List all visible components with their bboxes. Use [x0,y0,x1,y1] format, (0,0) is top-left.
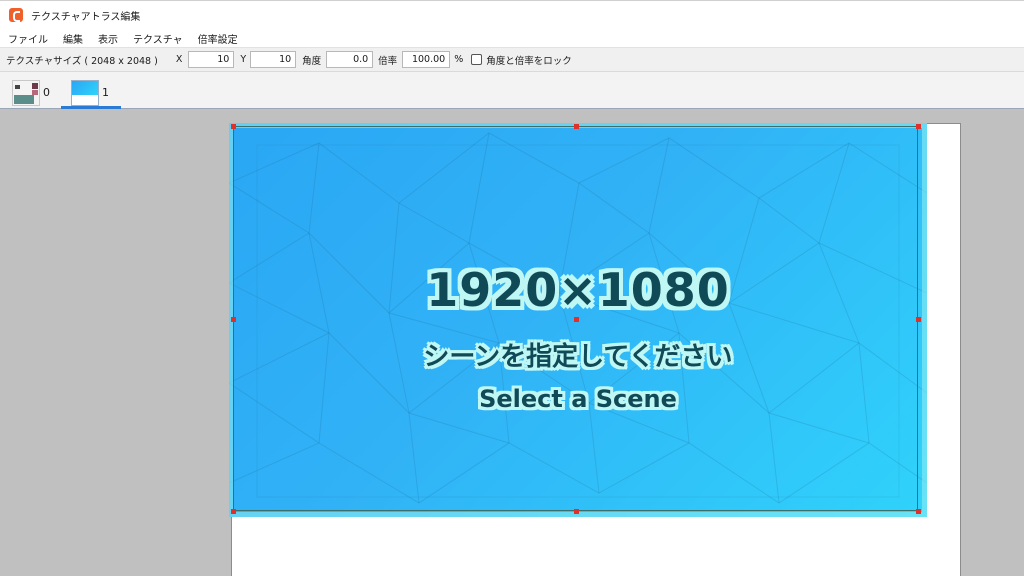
texture-thumbnail-icon [71,79,99,106]
resize-handle-top-right[interactable] [916,124,921,129]
texture-tab-bar: 0 1 [0,72,1024,109]
resize-handle-bottom[interactable] [574,509,579,514]
tab-texture-0[interactable]: 0 [12,76,50,109]
texture-size-label: テクスチャサイズ ( 2048 x 2048 ) [6,55,158,67]
y-label: Y [240,54,247,65]
title-bar: テクスチャアトラス編集 [0,0,1024,29]
scale-input[interactable] [402,51,451,68]
angle-input[interactable] [326,51,374,68]
resize-handle-bottom-left[interactable] [231,509,236,514]
x-label: X [175,54,183,65]
menu-bar: ファイル 編集 表示 テクスチャ 倍率設定 [0,29,1024,47]
x-input[interactable] [188,51,235,68]
menu-texture[interactable]: テクスチャ [126,31,191,46]
app-logo-icon [9,8,23,22]
menu-file[interactable]: ファイル [0,31,56,46]
angle-label: 角度 [302,55,322,67]
tab-label: 0 [43,86,50,99]
resize-handle-bottom-right[interactable] [916,509,921,514]
property-toolbar: テクスチャサイズ ( 2048 x 2048 ) X Y 角度 倍率 % 角度と… [0,47,1024,72]
window-title: テクスチャアトラス編集 [31,11,141,23]
scale-unit: % [454,54,464,65]
resize-handle-top-left[interactable] [231,124,236,129]
menu-view[interactable]: 表示 [91,31,126,46]
resize-handle-left[interactable] [231,317,236,322]
menu-scale-settings[interactable]: 倍率設定 [191,31,246,46]
lock-checkbox[interactable] [471,54,483,65]
atlas-canvas[interactable]: 1920×1080 シーンを指定してください Select a Scene [0,109,1024,576]
tab-label: 1 [102,86,109,99]
resize-handle-right[interactable] [916,317,921,322]
menu-edit[interactable]: 編集 [56,31,91,46]
scale-label: 倍率 [378,55,398,67]
rotation-center-handle[interactable] [574,317,579,322]
tab-texture-1[interactable]: 1 [71,76,109,109]
lock-label[interactable]: 角度と倍率をロック [486,53,572,67]
y-input[interactable] [250,51,297,68]
resize-handle-top[interactable] [574,124,579,129]
texture-thumbnail-icon [12,79,40,106]
